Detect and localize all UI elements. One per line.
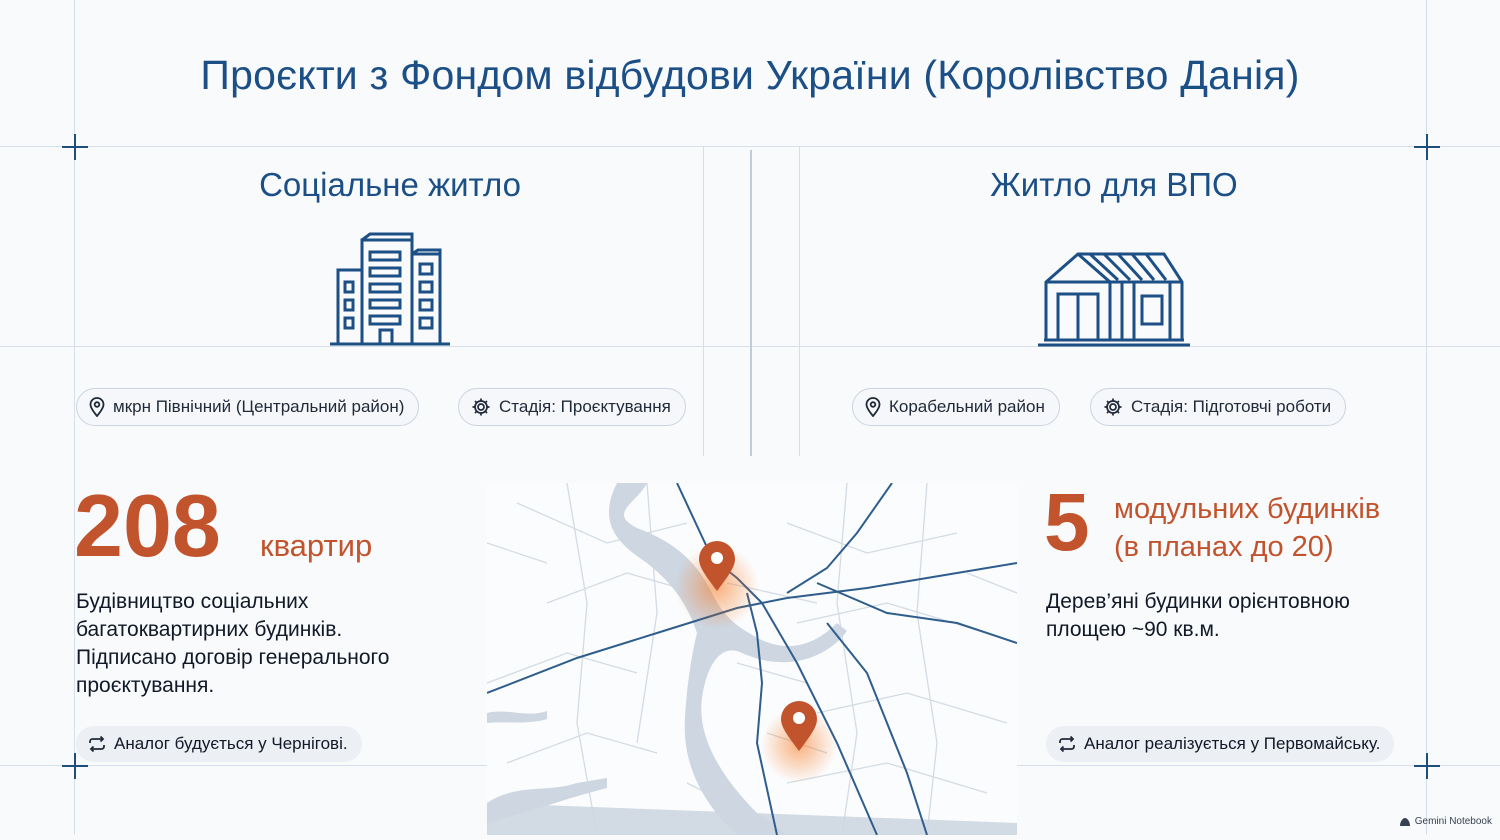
analog-badge: Аналог будується у Чернігові. (76, 726, 362, 762)
watermark: Gemini Notebook (1399, 816, 1492, 827)
location-chip: Корабельний район (852, 388, 1060, 426)
stage-chip: Стадія: Підготовчі роботи (1090, 388, 1347, 426)
gear-icon (1104, 398, 1122, 416)
repeat-icon (89, 736, 105, 752)
idp-housing-heading: Житло для ВПО (990, 166, 1238, 203)
repeat-icon (1059, 736, 1075, 752)
idp-housing-description: Дерев’яні будинки орієнтовною площею ~90… (1046, 590, 1350, 641)
social-housing-description: Будівництво соціальних багатоквартирних … (76, 590, 390, 697)
apartments-unit: квартир (260, 528, 373, 563)
stage-chip: Стадія: Проєктування (458, 388, 686, 426)
apartment-building-icon (330, 230, 450, 353)
location-label: Корабельний район (889, 397, 1045, 416)
gemini-logo-icon (1399, 817, 1410, 826)
location-label: мкрн Північний (Центральний район) (113, 397, 405, 416)
social-housing-heading: Соціальне житло (259, 166, 521, 203)
stage-label: Стадія: Підготовчі роботи (1131, 397, 1332, 416)
center-divider (750, 150, 752, 456)
stage-label: Стадія: Проєктування (499, 397, 671, 416)
grid-line (703, 146, 704, 456)
location-chip: мкрн Північний (Центральний район) (76, 388, 420, 426)
grid-line (0, 146, 1500, 147)
analog-badge: Аналог реалізується у Первомайську. (1046, 726, 1395, 762)
grid-line (1426, 0, 1427, 835)
crosshair-marker (62, 134, 88, 160)
slide-title: Проєкти з Фондом відбудови України (Коро… (200, 52, 1300, 98)
analog-label: Аналог реалізується у Первомайську. (1084, 734, 1381, 753)
modular-house-icon (1038, 250, 1190, 353)
location-pin-icon (865, 397, 881, 417)
crosshair-marker (1414, 134, 1440, 160)
gear-icon (472, 398, 490, 416)
grid-line (74, 0, 75, 835)
city-map (486, 482, 1018, 840)
apartments-count: 208 (74, 476, 221, 575)
modular-houses-count: 5 (1044, 477, 1090, 568)
crosshair-marker (1414, 753, 1440, 779)
analog-label: Аналог будується у Чернігові. (114, 734, 348, 753)
location-pin-icon (89, 397, 105, 417)
modular-houses-unit: модульних будинків (в планах до 20) (1114, 493, 1381, 563)
grid-line (799, 146, 800, 456)
